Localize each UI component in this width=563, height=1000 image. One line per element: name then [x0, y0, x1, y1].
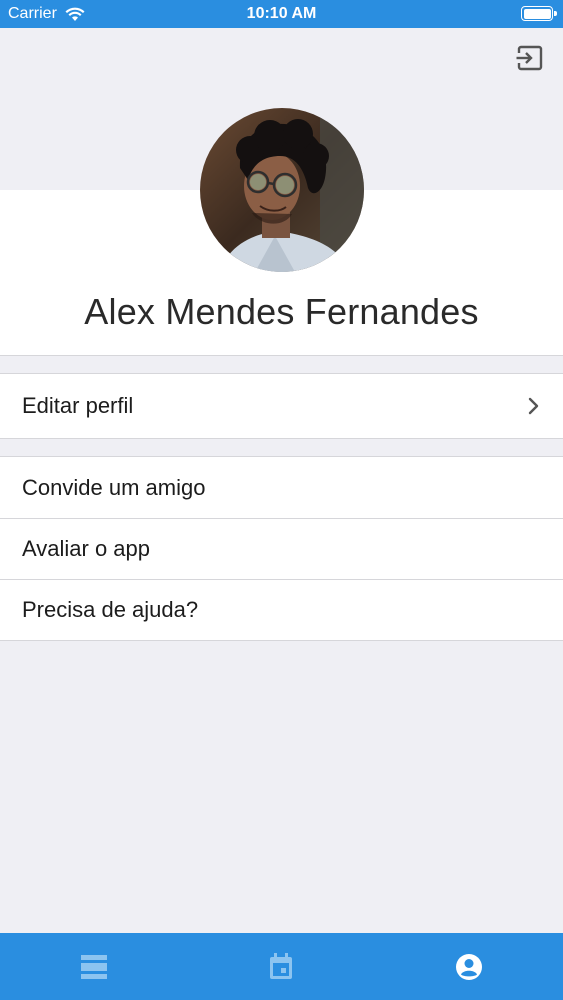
battery-fill: [523, 8, 551, 19]
logout-icon: [516, 45, 543, 71]
profile-name: Alex Mendes Fernandes: [84, 291, 479, 332]
profile-icon: [456, 953, 483, 980]
tab-list[interactable]: [64, 937, 124, 997]
tab-profile[interactable]: [439, 937, 499, 997]
menu-item-rate-app[interactable]: Avaliar o app: [0, 518, 563, 579]
tab-bar: [0, 933, 563, 1000]
status-time: 10:10 AM: [246, 5, 317, 22]
chevron-right-icon: [528, 397, 539, 415]
options-group: Convide um amigo Avaliar o app Precisa d…: [0, 456, 563, 641]
menu-item-label: Avaliar o app: [22, 536, 151, 561]
menu-item-label: Precisa de ajuda?: [22, 597, 199, 622]
avatar[interactable]: [200, 108, 364, 272]
tab-calendar[interactable]: [251, 937, 311, 997]
list-icon: [80, 954, 107, 979]
edit-profile-label: Editar perfil: [22, 393, 134, 418]
edit-profile-group: Editar perfil: [0, 373, 563, 439]
logout-button[interactable]: [515, 43, 545, 73]
battery-icon: [521, 6, 557, 21]
status-bar: Carrier 10:10 AM: [0, 0, 563, 28]
menu-item-label: Convide um amigo: [22, 474, 206, 500]
edit-profile-row[interactable]: Editar perfil: [0, 374, 563, 438]
calendar-icon: [270, 952, 293, 979]
menu-item-help[interactable]: Precisa de ajuda?: [0, 579, 563, 640]
avatar-image: [200, 108, 364, 272]
menu-item-invite-friend[interactable]: Convide um amigo: [0, 457, 563, 518]
